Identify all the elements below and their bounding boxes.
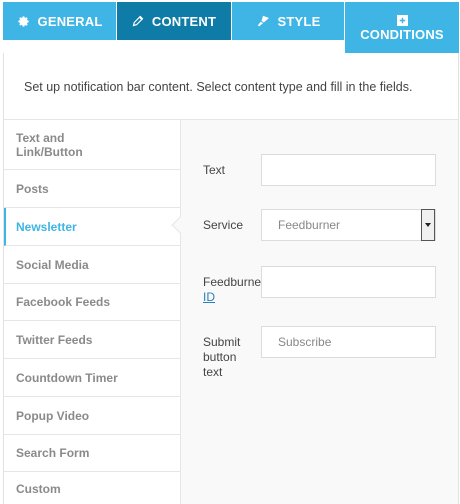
submit-button-text-field[interactable]: Subscribe — [261, 326, 436, 358]
tab-content[interactable]: CONTENT — [117, 2, 231, 40]
submit-button-text-label: Submit button text — [203, 335, 240, 380]
tab-conditions-label: CONDITIONS — [360, 27, 444, 42]
sidebar-item-popup-video[interactable]: Popup Video — [4, 397, 180, 435]
conditions-icon — [396, 15, 408, 26]
submit-label-line-3: text — [203, 365, 223, 379]
feedburner-id-field[interactable] — [261, 266, 436, 298]
text-field-label: Text — [203, 163, 226, 177]
sidebar-item-search-form[interactable]: Search Form — [4, 435, 180, 472]
sidebar-item-label: Popup Video — [16, 408, 90, 423]
sidebar-item-label: Text and Link/Button — [16, 130, 83, 159]
sidebar-item-label: Custom — [16, 481, 61, 496]
sidebar-item-label: Social Media — [16, 257, 89, 272]
service-select[interactable]: Feedburner — [261, 209, 436, 241]
sidebar-item-label: Facebook Feeds — [16, 295, 111, 309]
tab-style[interactable]: STYLE — [232, 2, 344, 40]
gear-icon — [17, 15, 30, 28]
tab-general[interactable]: GENERAL — [3, 2, 116, 40]
submit-label-line-1: Submit — [203, 335, 241, 349]
feedburner-id-link[interactable]: ID — [203, 290, 215, 304]
service-select-value: Feedburner — [278, 218, 341, 232]
sidebar-item-countdown-timer[interactable]: Countdown Timer — [4, 359, 180, 397]
tab-style-label: STYLE — [277, 13, 321, 29]
service-field-label: Service — [203, 218, 244, 232]
brush-icon — [256, 15, 270, 27]
sidebar-item-posts[interactable]: Posts — [4, 170, 180, 208]
sidebar-item-label: Posts — [16, 181, 49, 196]
content-panel: Set up notification bar content. Select … — [3, 53, 459, 504]
dropdown-arrow-icon[interactable] — [421, 209, 435, 241]
pencil-icon — [132, 15, 144, 27]
newsletter-form: Text Service Feedburner Feedburne ID Sub… — [180, 120, 458, 504]
tab-conditions[interactable]: CONDITIONS — [345, 2, 459, 53]
text-field[interactable] — [261, 154, 436, 186]
sidebar-item-twitter-feeds[interactable]: Twitter Feeds — [4, 321, 180, 359]
sidebar-item-label: Search Form — [16, 446, 90, 460]
sidebar-item-label: Twitter Feeds — [16, 332, 93, 347]
sidebar-item-custom[interactable]: Custom — [4, 472, 180, 504]
submit-label-line-2: button — [203, 350, 237, 364]
feedburner-id-label: Feedburne ID — [203, 275, 261, 305]
content-split: Text and Link/Button Posts Newsletter So… — [4, 119, 458, 504]
sidebar-item-facebook-feeds[interactable]: Facebook Feeds — [4, 284, 180, 321]
sidebar-item-social-media[interactable]: Social Media — [4, 246, 180, 284]
sidebar-item-label: Newsletter — [16, 219, 77, 234]
sidebar-item-text-and-link-button[interactable]: Text and Link/Button — [4, 120, 180, 170]
intro-text: Set up notification bar content. Select … — [24, 80, 413, 94]
feedburner-id-label-text: Feedburne — [203, 275, 262, 289]
content-type-sidebar: Text and Link/Button Posts Newsletter So… — [4, 120, 180, 504]
sidebar-item-newsletter[interactable]: Newsletter — [4, 208, 180, 246]
tab-general-label: GENERAL — [37, 13, 103, 29]
tab-bar: GENERAL CONTENT STYLE CONDITIONS — [3, 2, 459, 53]
sidebar-item-label: Countdown Timer — [16, 370, 118, 385]
tab-content-label: CONTENT — [151, 13, 217, 29]
